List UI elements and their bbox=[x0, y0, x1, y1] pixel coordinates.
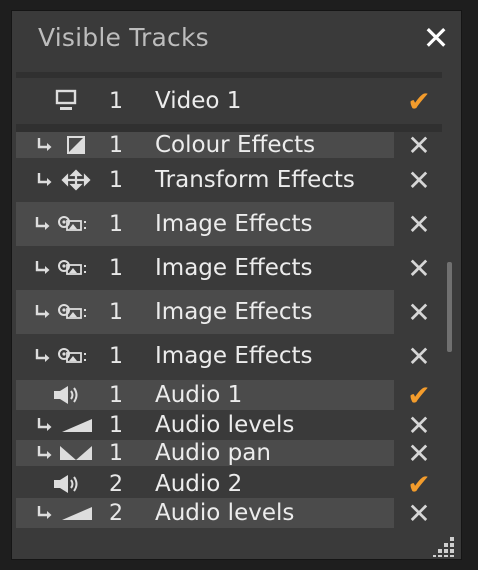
image-effects-icon bbox=[28, 344, 104, 368]
resize-grip-icon[interactable] bbox=[433, 535, 455, 557]
track-name: Image Effects bbox=[155, 343, 313, 369]
track-number: 1 bbox=[109, 383, 123, 408]
track-number: 1 bbox=[109, 413, 123, 438]
track-number: 2 bbox=[109, 472, 123, 497]
dialog-title: Visible Tracks bbox=[38, 23, 209, 52]
track-row[interactable]: 1 Image Effects ✕ bbox=[16, 202, 442, 246]
hidden-x-toggle[interactable]: ✕ bbox=[401, 129, 437, 162]
track-number: 1 bbox=[109, 133, 123, 158]
track-name: Audio levels bbox=[155, 412, 295, 438]
scrollbar-thumb[interactable] bbox=[447, 262, 452, 352]
track-row[interactable]: 2 Audio 2 ✔ bbox=[16, 468, 442, 501]
audio-levels-icon bbox=[28, 501, 104, 525]
track-number: 1 bbox=[109, 441, 123, 466]
audio-pan-icon bbox=[28, 441, 104, 465]
group-divider bbox=[16, 124, 442, 132]
track-name: Transform Effects bbox=[155, 167, 355, 193]
track-number: 1 bbox=[109, 212, 123, 237]
speaker-icon bbox=[28, 383, 104, 407]
track-number: 2 bbox=[109, 501, 123, 526]
track-row[interactable]: 1 Video 1 ✔ bbox=[16, 78, 442, 124]
hidden-x-toggle[interactable]: ✕ bbox=[401, 437, 437, 470]
track-row[interactable]: 1 Image Effects ✕ bbox=[16, 334, 442, 378]
track-number: 1 bbox=[109, 168, 123, 193]
visible-checkmark-toggle[interactable]: ✔ bbox=[401, 379, 437, 412]
transform-effects-icon bbox=[28, 168, 104, 192]
track-row[interactable]: 1 Image Effects ✕ bbox=[16, 246, 442, 290]
track-row[interactable]: 1 Audio 1 ✔ bbox=[16, 379, 442, 412]
track-number: 1 bbox=[109, 256, 123, 281]
track-name: Audio 2 bbox=[155, 471, 243, 497]
track-name: Colour Effects bbox=[155, 132, 316, 158]
track-row[interactable]: 1 Transform Effects ✕ bbox=[16, 164, 442, 197]
track-name: Audio pan bbox=[155, 440, 271, 466]
colour-effects-icon bbox=[28, 133, 104, 157]
hidden-x-toggle[interactable]: ✕ bbox=[401, 164, 437, 197]
visible-tracks-dialog: Visible Tracks ✕ 1 Video 1 ✔ 1 Colour Effect… bbox=[11, 10, 462, 560]
hidden-x-toggle[interactable]: ✕ bbox=[401, 208, 437, 241]
track-name: Video 1 bbox=[155, 88, 242, 114]
dialog-titlebar: Visible Tracks ✕ bbox=[12, 11, 461, 71]
hidden-x-toggle[interactable]: ✕ bbox=[401, 296, 437, 329]
visible-checkmark-toggle[interactable]: ✔ bbox=[401, 85, 437, 118]
image-effects-icon bbox=[28, 212, 104, 236]
track-name: Audio 1 bbox=[155, 382, 243, 408]
track-name: Image Effects bbox=[155, 255, 313, 281]
hidden-x-toggle[interactable]: ✕ bbox=[401, 497, 437, 528]
track-name: Image Effects bbox=[155, 211, 313, 237]
close-button[interactable]: ✕ bbox=[421, 21, 451, 55]
track-row[interactable]: 1 Audio pan ✕ bbox=[16, 437, 442, 470]
image-effects-icon bbox=[28, 300, 104, 324]
image-effects-icon bbox=[28, 256, 104, 280]
track-row[interactable]: 1 Image Effects ✕ bbox=[16, 290, 442, 334]
track-row[interactable]: 1 Audio levels ✕ bbox=[16, 409, 442, 442]
track-row[interactable]: 1 Colour Effects ✕ bbox=[16, 129, 442, 162]
speaker-icon bbox=[28, 472, 104, 496]
track-number: 1 bbox=[109, 89, 123, 114]
monitor-icon bbox=[28, 89, 104, 113]
track-number: 1 bbox=[109, 300, 123, 325]
track-name: Audio levels bbox=[155, 500, 295, 526]
track-number: 1 bbox=[109, 344, 123, 369]
audio-levels-icon bbox=[28, 413, 104, 437]
track-name: Image Effects bbox=[155, 299, 313, 325]
track-list[interactable]: 1 Video 1 ✔ 1 Colour Effects ✕ 1 Transform Effe… bbox=[16, 72, 459, 528]
dialog-footer bbox=[12, 528, 461, 559]
track-row[interactable]: 2 Audio levels ✕ bbox=[16, 497, 442, 528]
hidden-x-toggle[interactable]: ✕ bbox=[401, 340, 437, 373]
hidden-x-toggle[interactable]: ✕ bbox=[401, 252, 437, 285]
